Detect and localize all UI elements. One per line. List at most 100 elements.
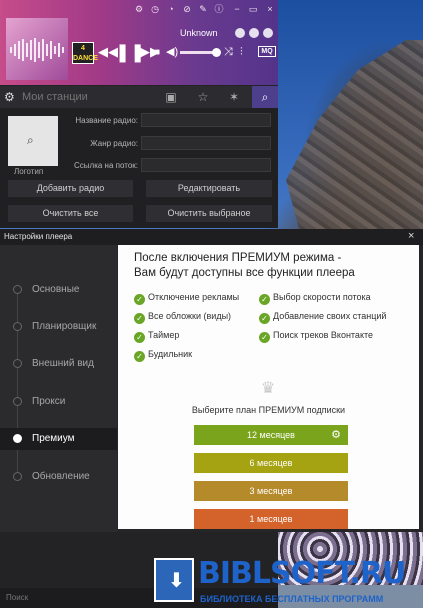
settings-icon[interactable]: ⚙: [134, 4, 144, 14]
nav-item-proxy[interactable]: Прокси: [0, 391, 117, 413]
wrench-icon[interactable]: ✎: [198, 4, 208, 14]
nav-item-scheduler[interactable]: Планировщик: [0, 316, 117, 338]
nav-item-label: Внешний вид: [32, 358, 94, 369]
plan-6-months-button[interactable]: 6 месяцев: [194, 453, 348, 473]
volume-icon[interactable]: ◀): [166, 45, 178, 59]
logo-label: Логотип: [14, 167, 44, 176]
genre-label: Жанр радио:: [90, 139, 138, 148]
album-cover: [6, 18, 68, 80]
watermark-title: BIBLSOFT.RU: [198, 556, 406, 591]
gear-icon[interactable]: ⚙: [4, 90, 18, 104]
plan-title: Выберите план ПРЕМИУМ подписки: [191, 405, 346, 415]
check-icon: ✓: [134, 351, 145, 362]
settings-title: Настройки плеера: [4, 232, 73, 241]
waveform-icon: [10, 38, 64, 62]
station-logo: 4 DANCE: [72, 42, 98, 64]
vk-share-icon[interactable]: [235, 28, 245, 38]
bottom-search-placeholder: Поиск: [6, 593, 29, 602]
rock-wallpaper: [286, 40, 423, 240]
nav-item-label: Основные: [32, 284, 80, 295]
fullscreen-icon[interactable]: ▭: [248, 4, 258, 14]
info-icon[interactable]: ⓘ: [214, 4, 224, 14]
check-icon: ✓: [259, 313, 270, 324]
nav-dot-icon: [13, 397, 22, 406]
minimize-icon[interactable]: −: [232, 4, 242, 14]
nav-item-label: Премиум: [32, 433, 75, 444]
nav-item-label: Прокси: [32, 396, 66, 407]
nav-item-main[interactable]: Основные: [0, 279, 117, 301]
settings-nav: Основные Планировщик Внешний вид Прокси …: [0, 245, 117, 532]
settings-titlebar: Настройки плеера ×: [0, 229, 423, 245]
quality-badge[interactable]: MQ: [258, 46, 276, 57]
volume-slider[interactable]: [180, 51, 215, 54]
check-icon: ✓: [259, 332, 270, 343]
feature-item: ✓ Поиск треков Вконтакте: [259, 330, 373, 343]
plan-label: 12 месяцев: [247, 430, 295, 440]
alarm-icon[interactable]: ◔: [166, 4, 176, 14]
premium-heading: После включения ПРЕМИУМ режима - Вам буд…: [134, 251, 394, 281]
plan-12-months-button[interactable]: 12 месяцев ⚙: [194, 425, 348, 445]
feature-item: ✓ Отключение рекламы: [134, 292, 239, 305]
nav-item-label: Планировщик: [32, 321, 97, 332]
add-radio-button[interactable]: Добавить радио: [8, 180, 133, 197]
close-icon[interactable]: ×: [408, 230, 414, 242]
feature-item: ✓ Добавление своих станций: [259, 311, 386, 324]
player-window: ⚙ ◷ ◔ ⊘ ✎ ⓘ − ▭ × 4 DANCE Unknown ◀◀ ❚❚ …: [0, 0, 278, 228]
equalizer-icon[interactable]: ⫶: [240, 45, 243, 59]
close-icon[interactable]: ×: [265, 4, 275, 14]
stream-label: Ссылка на поток:: [74, 161, 138, 170]
nav-item-appearance[interactable]: Внешний вид: [0, 353, 117, 375]
track-title: Unknown: [180, 28, 218, 38]
plan-1-month-button[interactable]: 1 месяцев: [194, 509, 348, 529]
wave-tab-icon[interactable]: ✶: [219, 86, 249, 108]
gear-icon: ⚙: [331, 429, 341, 441]
feature-item: ✓ Все обложки (виды): [134, 311, 231, 324]
feature-item: ✓ Таймер: [134, 330, 179, 343]
radio-tab-icon[interactable]: ▣: [156, 86, 186, 108]
edit-button[interactable]: Редактировать: [146, 180, 272, 197]
stream-field[interactable]: [141, 158, 271, 172]
watermark-subtitle: БИБЛИОТЕКА БЕСПЛАТНЫХ ПРОГРАММ: [200, 594, 384, 604]
premium-heading-line1: После включения ПРЕМИУМ режима -: [134, 252, 342, 264]
nav-item-update[interactable]: Обновление: [0, 466, 117, 488]
nav-dot-icon: [13, 322, 22, 331]
volume-knob[interactable]: [212, 48, 221, 57]
nav-dot-icon: [13, 434, 22, 443]
name-field[interactable]: [141, 113, 271, 127]
shuffle-icon[interactable]: ⤨: [224, 45, 233, 59]
premium-heading-line2: Вам будут доступны все функции плеера: [134, 267, 355, 279]
name-label: Название радио:: [75, 116, 138, 125]
clear-all-button[interactable]: Очистить все: [8, 205, 133, 222]
search-icon[interactable]: ⌕: [252, 86, 278, 108]
download-icon: ⬇: [154, 558, 194, 602]
add-station-form: ⌕ Логотип Название радио: Жанр радио: Сс…: [0, 108, 278, 228]
crown-icon: ♛: [260, 380, 276, 397]
clear-selected-button[interactable]: Очистить выбраное: [146, 205, 272, 222]
timer-icon[interactable]: ◷: [150, 4, 160, 14]
feature-item: ✓ Выбор скорости потока: [259, 292, 371, 305]
nav-dot-icon: [13, 472, 22, 481]
stations-search-input[interactable]: [22, 89, 157, 105]
watermark: ⬇ BIBLSOFT.RU БИБЛИОТЕКА БЕСПЛАТНЫХ ПРОГ…: [150, 556, 423, 608]
link-icon[interactable]: ⊘: [182, 4, 192, 14]
plan-3-months-button[interactable]: 3 месяцев: [194, 481, 348, 501]
favorites-tab-icon[interactable]: ☆: [188, 86, 218, 108]
ok-share-icon[interactable]: [249, 28, 259, 38]
nav-dot-icon: [13, 285, 22, 294]
genre-field[interactable]: [141, 136, 271, 150]
premium-panel: После включения ПРЕМИУМ режима - Вам буд…: [118, 245, 419, 529]
check-icon: ✓: [259, 294, 270, 305]
feature-item: ✓ Будильник: [134, 349, 192, 362]
check-icon: ✓: [134, 313, 145, 324]
stations-toolbar: ⚙ ▣ ☆ ✶ ⌕: [0, 86, 278, 108]
settings-window: Настройки плеера × Основные Планировщик …: [0, 229, 423, 532]
player-header: ⚙ ◷ ◔ ⊘ ✎ ⓘ − ▭ × 4 DANCE Unknown ◀◀ ❚❚ …: [0, 0, 278, 85]
nav-item-label: Обновление: [32, 471, 90, 482]
logo-upload[interactable]: ⌕: [8, 116, 58, 166]
nav-item-premium[interactable]: Премиум: [0, 428, 117, 450]
search-icon: ⌕: [27, 133, 34, 147]
fb-share-icon[interactable]: [263, 28, 273, 38]
nav-dot-icon: [13, 359, 22, 368]
stop-icon[interactable]: ■: [154, 46, 160, 60]
check-icon: ✓: [134, 332, 145, 343]
